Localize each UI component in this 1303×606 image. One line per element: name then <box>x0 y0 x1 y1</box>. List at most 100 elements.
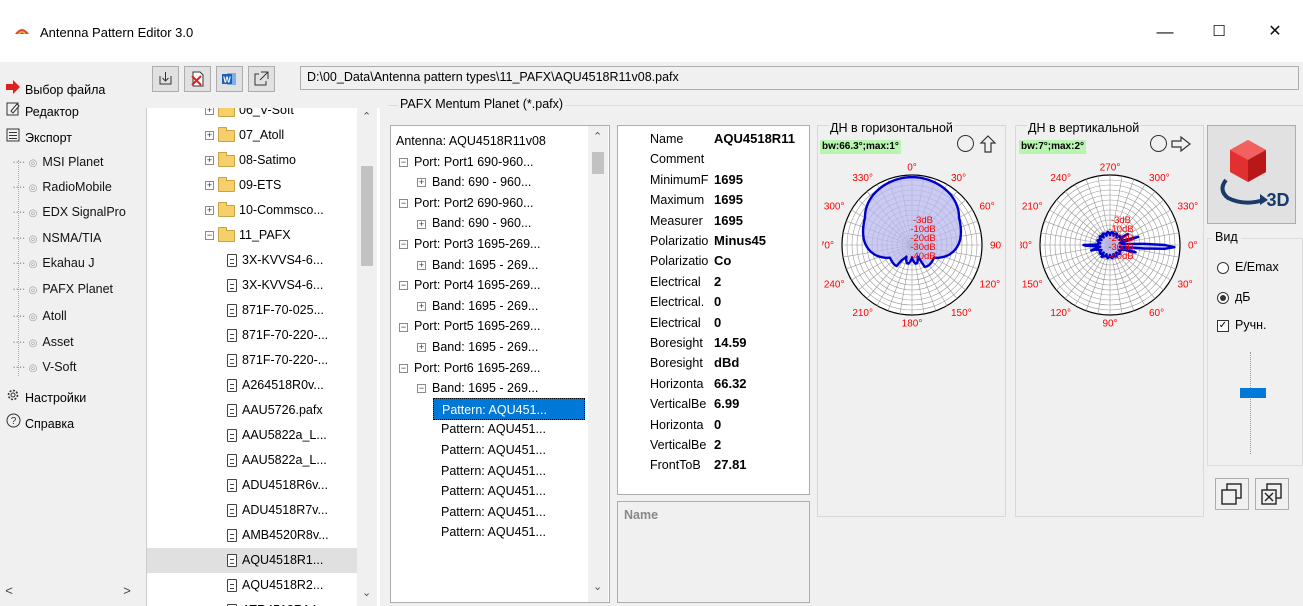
port-tree-item[interactable]: Pattern: AQU451... <box>441 418 585 440</box>
maximize-button[interactable]: ☐ <box>1196 16 1242 48</box>
arrow-right-icon[interactable] <box>1170 136 1192 152</box>
vertical-toggle-radio[interactable] <box>1150 135 1167 152</box>
slider-track[interactable] <box>1250 352 1251 454</box>
file-tree-item[interactable]: AAU5822a_L... <box>147 423 359 448</box>
scroll-thumb[interactable] <box>592 152 604 174</box>
port-tree-item[interactable]: + Band: 1695 - 269... <box>417 254 585 276</box>
expand-icon[interactable]: + <box>417 343 426 353</box>
nav-item-editor[interactable]: Редактор <box>4 102 140 122</box>
scroll-down-icon[interactable]: ⌄ <box>593 580 602 593</box>
port-tree-item[interactable]: − Port: Port6 1695-269... <box>399 357 585 379</box>
file-tree-item[interactable]: 871F-70-220-... <box>147 323 359 348</box>
checkbox-manual[interactable]: ✓ Ручн. <box>1217 318 1266 332</box>
expand-icon[interactable]: + <box>205 131 214 141</box>
export-item-edx[interactable]: ···· ◎ EDX SignalPro <box>12 202 140 222</box>
expand-icon[interactable]: + <box>417 178 426 188</box>
port-tree-item[interactable]: − Port: Port3 1695-269... <box>399 233 585 255</box>
property-value[interactable]: 1695 <box>714 170 809 190</box>
radio-emax[interactable]: E/Emax <box>1217 260 1279 274</box>
delete-button[interactable] <box>184 66 211 92</box>
scroll-down-icon[interactable]: ⌄ <box>362 586 371 599</box>
property-row[interactable]: Electrical. 0 <box>618 292 809 312</box>
port-tree-item[interactable]: Pattern: AQU451... <box>441 521 585 543</box>
copy-button[interactable] <box>1215 478 1249 510</box>
save-button[interactable] <box>152 66 179 92</box>
port-tree-item[interactable]: + Band: 1695 - 269... <box>417 336 585 358</box>
export-item-radiomobile[interactable]: ···· ◎ RadioMobile <box>12 177 140 197</box>
file-tree-item[interactable]: ADU4518R6v... <box>147 473 359 498</box>
file-tree-item[interactable]: 3X-KVVS4-6... <box>147 273 359 298</box>
checkbox-manual-box[interactable]: ✓ <box>1217 319 1229 332</box>
folder-tree-item[interactable]: +06_V-Soft <box>147 108 359 123</box>
property-row[interactable]: VerticalBe 2 <box>618 435 809 455</box>
expand-icon[interactable]: + <box>205 156 214 166</box>
file-tree-item[interactable]: ADU4518R7v... <box>147 498 359 523</box>
port-tree-scrollbar[interactable]: ⌃ ⌄ <box>588 126 608 602</box>
scroll-left-icon[interactable]: < <box>0 582 18 600</box>
folder-tree-item[interactable]: − 11_PAFX <box>147 223 359 248</box>
port-tree-item[interactable]: − Port: Port2 690-960... <box>399 192 585 214</box>
collapse-icon[interactable]: − <box>399 157 408 167</box>
scroll-right-icon[interactable]: > <box>118 582 136 600</box>
expand-icon[interactable]: + <box>205 206 214 216</box>
export-item-atoll[interactable]: ···· ◎ Atoll <box>12 306 140 326</box>
export-item-msi[interactable]: ···· ◎ MSI Planet <box>12 152 140 172</box>
export-item-nsma[interactable]: ···· ◎ NSMA/TIA <box>12 228 140 248</box>
port-tree-item[interactable]: + Band: 690 - 960... <box>417 171 585 193</box>
file-tree-item[interactable]: AAU5822a_L... <box>147 448 359 473</box>
close-copy-button[interactable] <box>1255 478 1289 510</box>
export-item-asset[interactable]: ···· ◎ Asset <box>12 332 140 352</box>
property-value[interactable]: 2 <box>714 435 809 455</box>
export-item-pafx[interactable]: ···· ◎ PAFX Planet <box>12 279 140 299</box>
collapse-icon[interactable]: − <box>399 199 408 208</box>
port-tree-item[interactable]: − Band: 1695 - 269... <box>417 377 585 399</box>
property-row[interactable]: FrontToB 27.81 <box>618 455 809 475</box>
property-value[interactable]: AQU4518R11 <box>714 129 809 149</box>
port-tree-item[interactable]: Antenna: AQU4518R11v08 <box>396 130 585 152</box>
scroll-up-icon[interactable]: ⌃ <box>593 130 602 143</box>
property-value[interactable]: 6.99 <box>714 394 809 414</box>
nav-item-help[interactable]: ? Справка <box>4 413 140 433</box>
file-tree-item[interactable]: A264518R0v... <box>147 373 359 398</box>
collapse-icon[interactable]: − <box>399 363 408 373</box>
property-row[interactable]: Name AQU4518R11 <box>618 129 809 149</box>
file-tree-item[interactable]: 871F-70-220-... <box>147 348 359 373</box>
properties-grid[interactable]: Name AQU4518R11 Comment MinimumF 1695 Maximum… <box>617 125 810 495</box>
port-tree-item[interactable]: − Port: Port1 690-960... <box>399 151 585 173</box>
collapse-icon[interactable]: − <box>417 384 426 394</box>
property-value[interactable]: 14.59 <box>714 333 809 353</box>
property-value[interactable]: Co <box>714 251 809 271</box>
export-word-button[interactable]: W <box>216 66 243 92</box>
folder-tree-item[interactable]: +10-Commsco... <box>147 198 359 223</box>
property-row[interactable]: Comment <box>618 149 809 169</box>
expand-icon[interactable]: + <box>417 260 426 270</box>
collapse-icon[interactable]: − <box>399 240 408 250</box>
port-tree-item[interactable]: − Port: Port5 1695-269... <box>399 315 585 337</box>
slider-thumb[interactable] <box>1240 388 1266 398</box>
folder-tree-item[interactable]: +09-ETS <box>147 173 359 198</box>
property-row[interactable]: Electrical 0 <box>618 313 809 333</box>
nav-item-export[interactable]: Экспорт <box>4 128 140 148</box>
expand-icon[interactable]: + <box>417 302 426 311</box>
port-tree-item[interactable]: Pattern: AQU451... <box>441 460 585 482</box>
property-row[interactable]: Horizonta 0 <box>618 415 809 435</box>
port-tree-item[interactable]: Pattern: AQU451... <box>441 439 585 461</box>
collapse-icon[interactable]: − <box>399 322 408 332</box>
view-3d-button[interactable]: 3D <box>1207 125 1296 224</box>
radio-db[interactable]: дБ <box>1217 290 1251 304</box>
file-tree-item[interactable]: 871F-70-025... <box>147 298 359 323</box>
property-row[interactable]: Boresight dBd <box>618 353 809 373</box>
port-tree-item[interactable]: − Port: Port4 1695-269... <box>399 274 585 296</box>
property-value[interactable]: 0 <box>714 415 809 435</box>
open-external-button[interactable] <box>248 66 275 92</box>
expand-icon[interactable]: + <box>205 181 214 191</box>
file-tree-item[interactable]: ATR4518R14... <box>147 598 359 606</box>
port-tree-item[interactable]: Pattern: AQU451... <box>433 397 585 420</box>
property-row[interactable]: Horizonta 66.32 <box>618 374 809 394</box>
horizontal-toggle-radio[interactable] <box>957 135 974 152</box>
file-tree-item[interactable]: AAU5726.pafx <box>147 398 359 423</box>
export-item-vsoft[interactable]: ···· ◎ V-Soft <box>12 357 140 377</box>
export-item-ekahau[interactable]: ···· ◎ Ekahau J <box>12 253 140 273</box>
file-tree-item[interactable]: AMB4520R8v... <box>147 523 359 548</box>
radio-db-circle[interactable] <box>1217 291 1229 304</box>
